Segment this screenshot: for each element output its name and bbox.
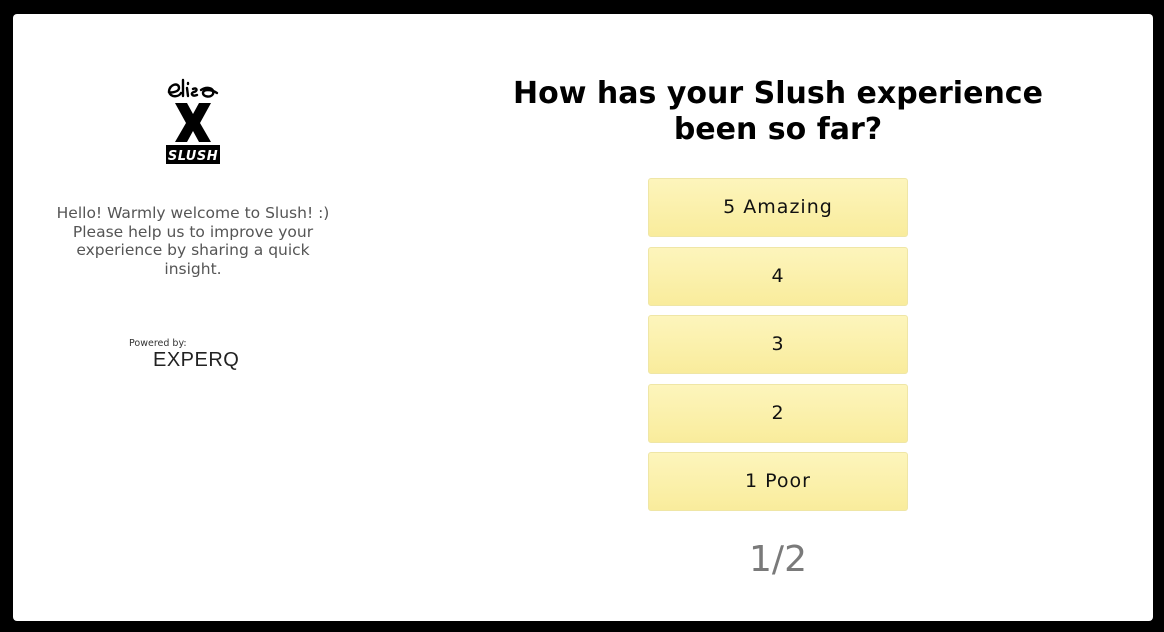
sidebar: SLUSH Hello! Warmly welcome to Slush! :)… bbox=[13, 14, 373, 621]
answer-options: 5 Amazing 4 3 2 1 Poor bbox=[648, 178, 908, 511]
powered-by-label: Powered by: bbox=[129, 338, 187, 349]
option-4-button[interactable]: 4 bbox=[648, 246, 908, 306]
experq-logo: EXPERQ bbox=[153, 349, 240, 371]
question-line: been so far? bbox=[673, 112, 883, 147]
survey-card: SLUSH Hello! Warmly welcome to Slush! :)… bbox=[13, 14, 1153, 621]
option-5-amazing-button[interactable]: 5 Amazing bbox=[648, 178, 908, 237]
option-1-poor-button[interactable]: 1 Poor bbox=[648, 452, 908, 511]
welcome-line: Please help us to improve your bbox=[72, 222, 314, 241]
option-3-button[interactable]: 3 bbox=[648, 315, 908, 374]
welcome-line: insight. bbox=[164, 259, 222, 278]
question-line: How has your Slush experience bbox=[513, 76, 1043, 111]
welcome-line: Hello! Warmly welcome to Slush! :) bbox=[56, 204, 330, 222]
welcome-text: Hello! Warmly welcome to Slush! :) Pleas… bbox=[43, 204, 343, 278]
page-progress: 1/2 bbox=[749, 539, 807, 580]
option-2-button[interactable]: 2 bbox=[648, 383, 908, 443]
powered-by: Powered by: EXPERQ bbox=[129, 338, 249, 371]
question-heading: How has your Slush experience been so fa… bbox=[453, 76, 1103, 148]
welcome-line: experience by sharing a quick bbox=[76, 241, 310, 259]
elisa-x-slush-logo: SLUSH bbox=[166, 78, 220, 164]
svg-text:SLUSH: SLUSH bbox=[168, 149, 218, 164]
